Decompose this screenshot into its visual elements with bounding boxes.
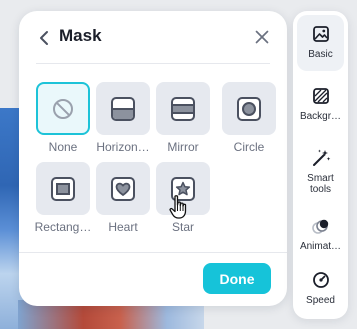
tool-rail: Basic Backgr… Smart tools Animat… Speed [293,11,348,319]
rail-item-background[interactable]: Backgr… [297,77,344,133]
horizontal-mask-icon [111,96,135,121]
panel-header: Mask [19,11,287,65]
done-button[interactable]: Done [203,263,271,294]
mask-option-horizontal[interactable]: Horizon… [96,82,150,154]
mirror-mask-icon [171,96,195,121]
background-icon [310,85,332,107]
mask-tile [36,82,90,135]
rail-item-basic[interactable]: Basic [297,15,344,71]
header-divider [36,63,270,64]
mask-option-rectangle[interactable]: Rectang… [35,162,91,234]
rail-label: Basic [308,49,333,60]
rail-label: Speed [306,295,335,306]
mask-option-heart[interactable]: Heart [96,162,150,234]
mask-option-star[interactable]: Star [156,162,210,234]
rectangle-mask-icon [51,176,75,201]
mask-label: Mirror [167,140,199,154]
mask-label: Circle [233,140,265,154]
mask-tile [156,162,210,215]
mask-tile [156,82,210,135]
rail-label: Backgr… [299,111,342,122]
mask-label: None [48,140,78,154]
speed-icon [310,269,332,291]
rail-label: Animat… [299,241,342,252]
heart-mask-icon [111,176,135,201]
mask-label: Rectang… [34,220,92,234]
animation-icon [310,215,332,237]
rail-item-animation[interactable]: Animat… [297,207,344,263]
close-button[interactable] [253,28,271,46]
rail-item-smart-tools[interactable]: Smart tools [297,139,344,203]
close-icon [255,30,269,44]
rail-item-speed[interactable]: Speed [297,261,344,317]
mask-tile [96,82,150,135]
image-icon [310,23,332,45]
circle-mask-icon [237,96,261,121]
mask-tile [96,162,150,215]
mask-label: Star [171,220,194,234]
panel-title: Mask [59,26,102,45]
back-button[interactable] [35,27,53,49]
none-icon [53,98,73,119]
mask-tile [222,82,276,135]
mask-label: Horizon… [96,140,150,154]
mask-label: Heart [108,220,138,234]
chevron-left-icon [40,31,48,45]
rail-label: Smart tools [307,173,334,195]
mask-tile [36,162,90,215]
mask-panel: Mask None Horizon… Mirror Circle Rectang… [19,11,287,306]
star-mask-icon [171,176,195,201]
mask-option-circle[interactable]: Circle [222,82,276,154]
magic-wand-icon [310,147,332,169]
mask-option-mirror[interactable]: Mirror [156,82,210,154]
footer-divider [19,252,287,253]
mask-option-none[interactable]: None [36,82,90,154]
